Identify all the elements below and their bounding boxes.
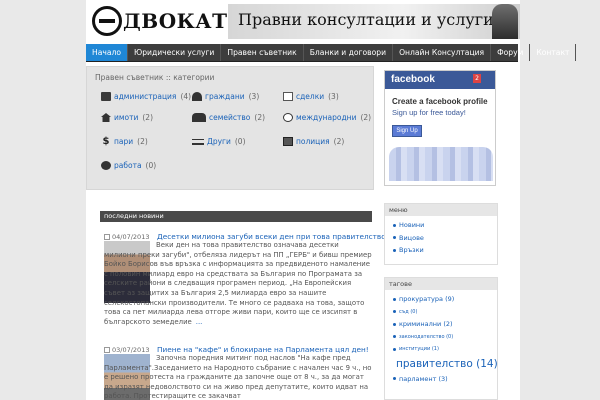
news-body: Веки ден на това правителство означава д…	[104, 241, 372, 326]
header: ДВОКАТ Правни консултации и услуги	[86, 0, 520, 43]
dollar-icon: $	[102, 136, 110, 147]
scales-icon	[192, 138, 204, 145]
tag-item[interactable]: съд (0)	[393, 306, 497, 319]
banner-person-image	[492, 4, 518, 39]
banner-title: Правни консултации и услуги	[238, 10, 494, 29]
nav-item-forum[interactable]: Форум	[491, 44, 531, 61]
news-body: Започна поредния митинг под наслов "На к…	[104, 354, 372, 400]
bullet-icon	[393, 310, 396, 314]
news-item: 03/07/2013 Пиене на "кафе" и блокиране н…	[100, 345, 372, 400]
category-item[interactable]: семейство (2)	[192, 113, 265, 122]
bullet-icon	[393, 335, 396, 339]
nav-item-home[interactable]: Начало	[86, 44, 129, 61]
category-item[interactable]: Други (0)	[192, 137, 246, 146]
header-banner: Правни консултации и услуги	[228, 4, 520, 39]
page: ДВОКАТ Правни консултации и услуги Начал…	[86, 0, 577, 400]
news-item: 04/07/2013 Десетки милиона загуби всеки …	[100, 232, 389, 333]
nav-item-legal-advisor[interactable]: Правен съветник	[221, 44, 304, 61]
bullet-icon	[393, 322, 396, 326]
notification-badge: 2	[473, 74, 481, 83]
tag-item[interactable]: институции (1)	[393, 343, 497, 356]
nav-item-legal-services[interactable]: Юридически услуги	[128, 44, 222, 61]
category-item[interactable]: работа (0)	[101, 161, 156, 170]
police-icon	[283, 137, 293, 146]
bullet-icon	[393, 223, 396, 227]
family-icon	[192, 113, 206, 122]
nav-item-contact[interactable]: Контакт	[530, 44, 577, 61]
news-title-link[interactable]: Пиене на "кафе" и блокиране на Парламент…	[157, 345, 369, 354]
categories-title: Правен съветник :: категории	[95, 73, 215, 82]
category-item[interactable]: имоти (2)	[101, 113, 153, 122]
calendar-icon	[104, 234, 110, 240]
facebook-logo: facebook	[391, 74, 435, 85]
tags-heading: тагове	[385, 278, 497, 290]
category-item[interactable]: полиция (2)	[283, 137, 344, 146]
house-icon	[101, 113, 111, 122]
news-title-link[interactable]: Десетки милиона загуби всеки ден при тов…	[157, 232, 389, 241]
news-date: 03/07/2013	[104, 346, 149, 354]
globe-icon	[283, 113, 293, 122]
tag-item[interactable]: парламент (3)	[393, 373, 497, 386]
bullet-icon	[393, 248, 396, 252]
category-item[interactable]: международни (2)	[283, 113, 371, 122]
nav-item-online-consultation[interactable]: Онлайн Консултация	[393, 44, 492, 61]
monitor-icon	[101, 92, 111, 101]
bullet-icon	[393, 236, 396, 240]
nav-item-forms[interactable]: Бланки и договори	[304, 44, 394, 61]
category-item[interactable]: администрация (4)	[101, 92, 191, 101]
news-heading: последни новини	[100, 211, 372, 222]
tags-widget: тагове прокуратура (9) съд (0) криминалн…	[384, 277, 498, 400]
tag-item[interactable]: законодателство (0)	[393, 331, 497, 344]
categories-panel: Правен съветник :: категории администрац…	[86, 66, 374, 190]
bullet-icon	[393, 297, 396, 301]
category-item[interactable]: $ пари (2)	[101, 136, 148, 147]
tag-item[interactable]: правителство (14)	[393, 356, 498, 373]
site-logo[interactable]: ДВОКАТ	[92, 5, 227, 37]
logo-e-icon	[92, 6, 122, 36]
facebook-header: facebook 2	[385, 71, 495, 89]
menu-heading: меню	[385, 204, 497, 216]
document-icon	[283, 92, 293, 101]
menu-item-links[interactable]: Връзки	[393, 244, 497, 257]
facebook-title: Create a facebook profile	[392, 97, 488, 106]
facebook-ad[interactable]: facebook 2 Create a facebook profile Sig…	[384, 70, 496, 186]
bullet-icon	[393, 347, 396, 351]
menu-item-news[interactable]: Новини	[393, 219, 497, 232]
menu-item-jokes[interactable]: Вицове	[393, 232, 497, 245]
menu-widget: меню Новини Вицове Връзки	[384, 203, 498, 265]
bullet-icon	[393, 377, 396, 381]
news-date: 04/07/2013	[104, 233, 149, 241]
main-nav: Начало Юридически услуги Правен съветник…	[86, 44, 577, 62]
gears-icon	[101, 161, 111, 170]
crowd-silhouette-image	[389, 147, 493, 181]
facebook-signup-button[interactable]: Sign Up	[392, 125, 422, 137]
category-item[interactable]: сделки (3)	[283, 92, 339, 101]
tag-item[interactable]: криминални (2)	[393, 318, 497, 331]
tag-item[interactable]: прокуратура (9)	[393, 293, 497, 306]
category-item[interactable]: граждани (3)	[192, 92, 259, 101]
calendar-icon	[104, 347, 110, 353]
person-icon	[192, 92, 202, 101]
read-more-link[interactable]: ...	[196, 318, 203, 326]
logo-text: ДВОКАТ	[123, 9, 228, 33]
facebook-subtitle: Sign up for free today!	[392, 108, 466, 117]
